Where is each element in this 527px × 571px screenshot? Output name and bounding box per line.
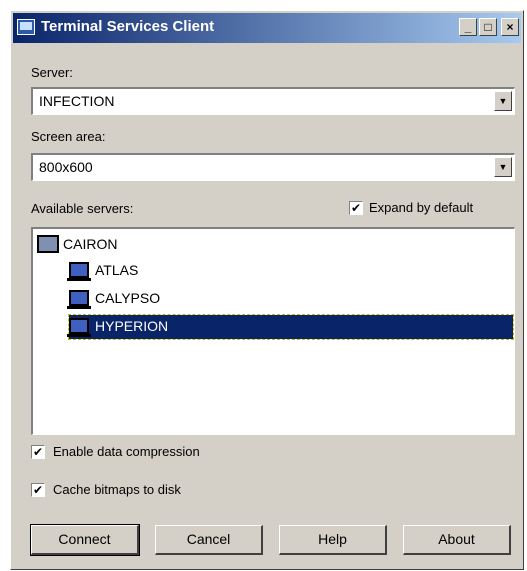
domain-icon [37,235,59,253]
screen-area-label: Screen area: [31,129,106,144]
expand-default-label[interactable]: Expand by default [369,200,473,215]
server-label: Server: [31,65,73,80]
computer-icon [67,318,91,337]
server-combobox[interactable]: INFECTION ▼ [31,87,515,115]
chevron-down-icon: ▼ [498,96,508,106]
tree-item-label: HYPERION [95,318,169,334]
computer-icon [67,262,91,281]
connect-button[interactable]: Connect [30,524,140,556]
cache-bitmaps-label[interactable]: Cache bitmaps to disk [53,482,181,497]
window-title: Terminal Services Client [41,18,215,35]
tree-item-label: ATLAS [95,262,139,278]
chevron-down-icon: ▼ [498,162,508,172]
screen-area-dropdown-button[interactable]: ▼ [494,157,512,177]
server-value: INFECTION [39,93,115,109]
cache-bitmaps-checkbox[interactable]: ✔ [31,483,45,497]
checkmark-icon: ✔ [350,201,362,215]
minimize-button[interactable]: _ [459,18,477,36]
data-compression-label[interactable]: Enable data compression [53,444,200,459]
checkmark-icon: ✔ [32,483,44,497]
about-button[interactable]: About [403,525,511,555]
terminal-services-window: Terminal Services Client _ □ × Server: I… [10,10,524,570]
computer-icon [67,290,91,309]
close-button[interactable]: × [501,18,519,36]
screen-area-combobox[interactable]: 800x600 ▼ [31,153,515,181]
server-dropdown-button[interactable]: ▼ [494,91,512,111]
cancel-button[interactable]: Cancel [155,525,263,555]
tree-item-label: CALYPSO [95,290,161,306]
help-button[interactable]: Help [279,525,387,555]
checkmark-icon: ✔ [32,445,44,459]
tree-item-hyperion[interactable]: HYPERION [67,314,514,340]
servers-tree[interactable]: CAIRON ATLAS CALYPSO HYPERION [31,227,515,435]
title-bar[interactable]: Terminal Services Client _ □ × [13,13,521,43]
data-compression-checkbox[interactable]: ✔ [31,445,45,459]
screen-area-value: 800x600 [39,159,93,175]
expand-default-checkbox[interactable]: ✔ [349,201,363,215]
tree-domain-label: CAIRON [63,236,118,252]
maximize-button[interactable]: □ [479,18,497,36]
tree-domain[interactable]: CAIRON [37,233,237,257]
available-servers-label: Available servers: [31,201,134,216]
app-icon [17,19,35,35]
tree-item-atlas[interactable]: ATLAS [67,259,269,283]
tree-item-calypso[interactable]: CALYPSO [67,287,269,311]
